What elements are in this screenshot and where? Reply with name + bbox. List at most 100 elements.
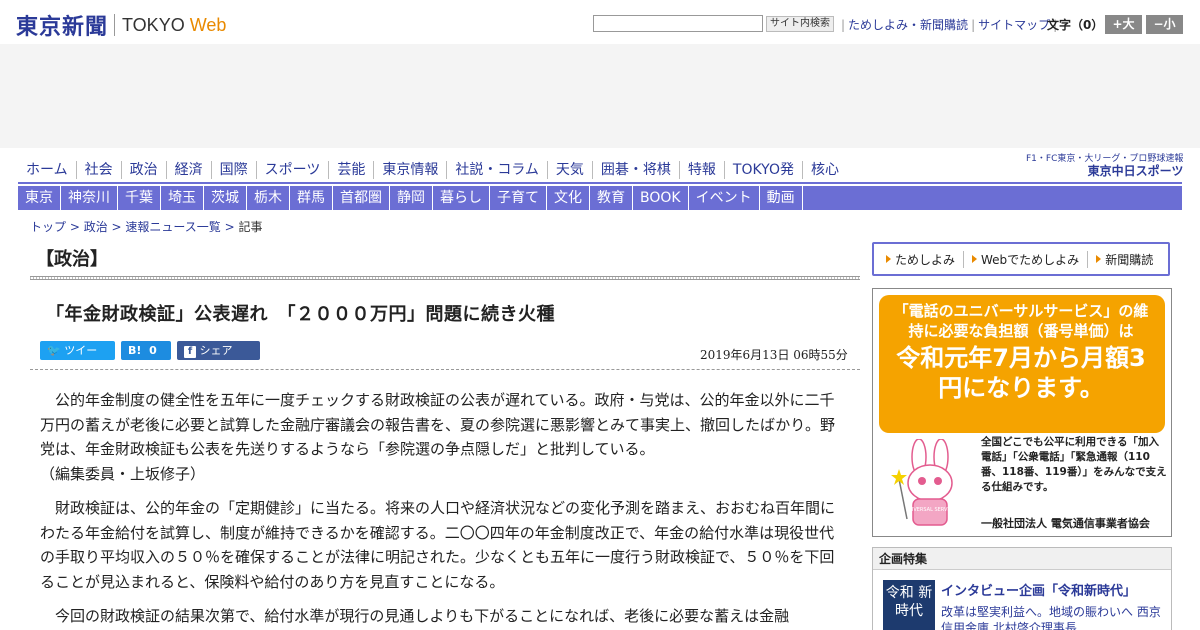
logo-web-text: Web	[189, 14, 227, 35]
hatena-count: 0	[149, 344, 157, 357]
nav-item-international[interactable]: 国際	[212, 161, 257, 179]
region-item-video[interactable]: 動画	[760, 186, 803, 210]
nav-item-special-report[interactable]: 特報	[680, 161, 725, 179]
article-paragraph: 今回の財政検証の結果次第で、給付水準が現行の見通しよりも下がることになれば、老後…	[55, 607, 790, 625]
banner-ad-area	[0, 44, 1200, 148]
nav-item-kakushin[interactable]: 核心	[803, 161, 847, 179]
subscription-links: ためしよみ Webでためしよみ 新聞購読	[872, 242, 1170, 276]
article-body: 公的年金制度の健全性を五年に一度チェックする財政検証の公表が遅れている。政府・与…	[40, 388, 845, 630]
section-rule	[30, 276, 860, 280]
breadcrumb-politics[interactable]: 政治	[84, 220, 108, 234]
nav-item-tokyo-hatsu[interactable]: TOKYO発	[725, 161, 803, 179]
region-item-culture[interactable]: 文化	[547, 186, 590, 210]
side-link-subscribe[interactable]: 新聞購読	[1088, 251, 1161, 268]
side-link-label: ためしよみ	[895, 252, 956, 267]
breadcrumb-separator: >	[107, 220, 126, 234]
nav-item-sports[interactable]: スポーツ	[257, 161, 330, 179]
universal-service-ad[interactable]: 「電話のユニバーサルサービス」の維持に必要な負担額（番号単価）は 令和元年7月か…	[872, 288, 1172, 537]
region-item-shizuoka[interactable]: 静岡	[390, 186, 433, 210]
region-item-parenting[interactable]: 子育て	[490, 186, 547, 210]
breadcrumb-news-list[interactable]: 速報ニュース一覧	[125, 220, 220, 234]
breadcrumb-top[interactable]: トップ	[30, 220, 66, 234]
tweet-button[interactable]: 🐦 ツイート	[40, 341, 115, 376]
partner-name: 東京中日スポーツ	[1087, 164, 1184, 178]
font-larger-button[interactable]: +大	[1105, 15, 1142, 34]
special-feature-heading: 企画特集	[873, 548, 1171, 570]
region-nav: 東京 神奈川 千葉 埼玉 茨城 栃木 群馬 首都圏 静岡 暮らし 子育て 文化 …	[18, 186, 1182, 210]
header-link-separator: |	[971, 18, 976, 32]
article-paragraph: 財政検証は、公的年金の「定期健診」に当たる。将来の人口や経済状況などの変化予測を…	[40, 499, 836, 591]
region-item-tochigi[interactable]: 栃木	[247, 186, 290, 210]
region-item-shutoken[interactable]: 首都圏	[333, 186, 390, 210]
ad-big-text: 令和元年7月から月額3円になります。	[896, 344, 1146, 402]
nav-item-home[interactable]: ホーム	[18, 161, 77, 179]
side-link-label: Webでためしよみ	[981, 252, 1080, 267]
facebook-share-label: シェア	[199, 344, 233, 357]
breadcrumb-separator: >	[220, 220, 239, 234]
ad-body-text: 全国どこでも公平に利用できる「加入電話」「公衆電話」「緊急通報（110番、118…	[981, 436, 1167, 493]
region-item-book[interactable]: BOOK	[633, 186, 689, 210]
arrow-right-icon	[972, 255, 978, 263]
arrow-right-icon	[1096, 255, 1102, 263]
nav-item-politics[interactable]: 政治	[122, 161, 167, 179]
logo-tokyo-text: TOKYO	[122, 14, 185, 35]
breadcrumb-separator: >	[66, 220, 84, 234]
main-nav-underline	[18, 182, 1182, 184]
region-item-education[interactable]: 教育	[590, 186, 633, 210]
hatena-b-icon: B!	[128, 344, 142, 357]
ad-organization: 一般社団法人 電気通信事業者協会	[981, 517, 1150, 530]
region-item-chiba[interactable]: 千葉	[118, 186, 161, 210]
site-search-input[interactable]	[593, 15, 763, 32]
region-item-gunma[interactable]: 群馬	[290, 186, 333, 210]
special-feature-desc[interactable]: 改革は堅実利益へ。地域の賑わいへ 西京信用金庫 北村啓介理事長	[941, 604, 1166, 630]
facebook-share-button[interactable]: f シェア 117	[177, 341, 260, 376]
header-link-trial-subscribe[interactable]: ためしよみ・新聞購読	[848, 18, 968, 32]
region-item-saitama[interactable]: 埼玉	[161, 186, 204, 210]
region-item-ibaraki[interactable]: 茨城	[204, 186, 247, 210]
region-item-lifestyle[interactable]: 暮らし	[433, 186, 490, 210]
nav-item-society[interactable]: 社会	[77, 161, 122, 179]
nav-item-entertainment[interactable]: 芸能	[329, 161, 375, 179]
section-title: 【政治】	[36, 249, 108, 270]
font-size-label: 文字（0）	[1047, 18, 1104, 32]
logo-divider	[114, 14, 116, 36]
article-paragraph: 公的年金制度の健全性を五年に一度チェックする財政検証の公表が遅れている。政府・与…	[40, 391, 836, 458]
site-header: 東京新聞 TOKYO Web サイト内検索 | ためしよみ・新聞購読 | サイトマップ…	[0, 0, 1200, 44]
region-item-tokyo[interactable]: 東京	[18, 186, 61, 210]
breadcrumb-current: 記事	[238, 220, 263, 234]
side-link-trial[interactable]: ためしよみ	[878, 250, 965, 268]
region-item-event[interactable]: イベント	[689, 186, 760, 210]
side-link-label: 新聞購読	[1105, 252, 1154, 267]
nav-item-go-shogi[interactable]: 囲碁・将棋	[593, 161, 680, 179]
side-link-web-trial[interactable]: Webでためしよみ	[964, 250, 1089, 268]
twitter-bird-icon: 🐦	[47, 344, 61, 357]
bunny-mascot-icon: UNIVERSAL SERVICE	[891, 439, 956, 526]
partner-tochu-sports[interactable]: F1・FC東京・大リーグ・プロ野球速報 東京中日スポーツ	[1026, 153, 1183, 177]
article-date: 2019年6月13日 06時55分	[700, 348, 848, 362]
nav-item-weather[interactable]: 天気	[548, 161, 593, 179]
ad-line1: 「電話のユニバーサルサービス」の維持に必要な負担額（番号単価）は	[893, 302, 1149, 340]
breadcrumb: トップ > 政治 > 速報ニュース一覧 > 記事	[30, 218, 263, 235]
arrow-right-icon	[886, 255, 891, 263]
hatena-bookmark-button[interactable]: B! 0	[121, 341, 171, 360]
bunny-badge-text: UNIVERSAL SERVICE	[904, 507, 955, 513]
header-link-separator: |	[841, 18, 846, 32]
region-item-kanagawa[interactable]: 神奈川	[61, 186, 118, 210]
special-feature-box: 企画特集 令和 新時代 インタビュー企画「令和新時代」 改革は堅実利益へ。地域の…	[872, 547, 1172, 630]
header-links: | ためしよみ・新聞購読 | サイトマップ |	[838, 16, 1060, 33]
nav-item-economy[interactable]: 経済	[167, 161, 212, 179]
nav-item-editorial[interactable]: 社説・コラム	[447, 161, 548, 179]
article-divider	[30, 369, 860, 370]
font-smaller-button[interactable]: −小	[1146, 15, 1183, 34]
logo-tokyo-shimbun: 東京新聞	[16, 14, 109, 40]
site-search-button[interactable]: サイト内検索	[766, 16, 834, 32]
article-byline: （編集委員・上坂修子）	[40, 464, 206, 483]
main-nav: ホーム 社会 政治 経済 国際 スポーツ 芸能 東京情報 社説・コラム 天気 囲…	[18, 158, 847, 182]
site-logo[interactable]: 東京新聞 TOKYO Web	[16, 9, 226, 41]
special-feature-thumbnail[interactable]: 令和 新時代	[883, 580, 935, 630]
special-feature-title[interactable]: インタビュー企画「令和新時代」	[941, 580, 1136, 599]
header-link-sitemap[interactable]: サイトマップ	[978, 18, 1050, 32]
facebook-f-icon: f	[184, 346, 196, 358]
nav-item-tokyo-info[interactable]: 東京情報	[374, 161, 448, 179]
article-headline: 「年金財政検証」公表遅れ 「２０００万円」問題に続き火種	[46, 304, 555, 325]
